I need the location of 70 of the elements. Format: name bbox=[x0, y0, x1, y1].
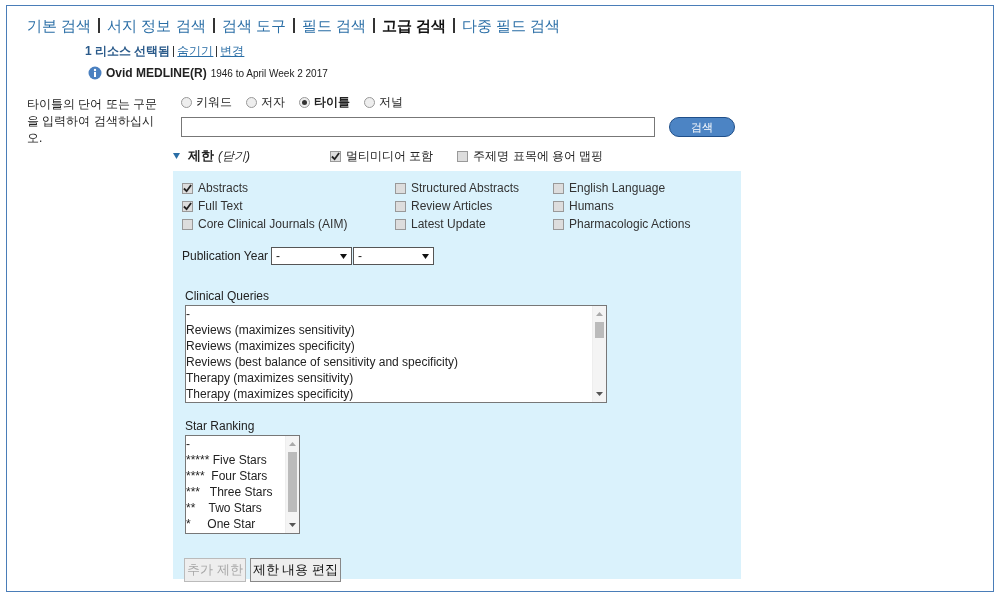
checkbox[interactable] bbox=[395, 200, 406, 212]
checkbox[interactable] bbox=[182, 200, 193, 212]
year-dropdown[interactable]: - bbox=[353, 247, 435, 265]
checkbox-label: Full Text bbox=[198, 199, 243, 213]
list-option[interactable]: Reviews (best balance of sensitivity and specificity) bbox=[186, 354, 592, 370]
collapse-triangle-icon[interactable] bbox=[173, 153, 180, 159]
list-option[interactable]: **** Four Stars bbox=[186, 468, 285, 484]
database-coverage: 1946 to April Week 2 2017 bbox=[210, 67, 328, 79]
list-option[interactable]: *** Three Stars bbox=[186, 484, 285, 500]
search-tab[interactable]: 검색 도구 bbox=[212, 18, 293, 33]
limits-title: 제한 bbox=[188, 147, 214, 165]
list-option[interactable]: - bbox=[186, 436, 285, 452]
radio-label: 저자 bbox=[261, 94, 285, 111]
checkbox[interactable] bbox=[330, 150, 341, 162]
resource-link[interactable]: 숨기기 bbox=[177, 43, 214, 60]
year-dropdown[interactable]: - bbox=[271, 247, 353, 265]
checkbox[interactable] bbox=[553, 200, 564, 212]
search-tab[interactable]: 기본 검색 bbox=[27, 18, 99, 33]
search-tab[interactable]: 다중 필드 검색 bbox=[453, 18, 568, 33]
search-tab[interactable]: 고급 검색 bbox=[372, 18, 454, 33]
list-option[interactable]: - bbox=[186, 306, 592, 322]
radio-button[interactable] bbox=[299, 97, 310, 108]
collapse-link[interactable]: (닫기) bbox=[218, 147, 250, 165]
list-option[interactable]: Therapy (maximizes sensitivity) bbox=[186, 370, 592, 386]
checkbox-label: 멀티미디어 포함 bbox=[346, 147, 434, 165]
search-prompt: 타이틀의 단어 또는 구문을 입력하여 검색하십시오. bbox=[27, 96, 158, 147]
checkbox[interactable] bbox=[457, 150, 469, 162]
checkbox[interactable] bbox=[182, 218, 193, 230]
list-option[interactable]: Reviews (maximizes sensitivity) bbox=[186, 322, 592, 338]
clinical-queries-label: Clinical Queries bbox=[185, 289, 271, 303]
search-tab[interactable]: 필드 검색 bbox=[292, 18, 373, 33]
list-option[interactable]: Reviews (maximizes specificity) bbox=[186, 338, 592, 354]
radio-label: 타이틀 bbox=[314, 94, 350, 111]
list-option[interactable]: ** Two Stars bbox=[186, 500, 285, 516]
radio-button[interactable] bbox=[246, 97, 257, 108]
list-option[interactable]: Therapy (maximizes specificity) bbox=[186, 386, 592, 402]
checkbox[interactable] bbox=[395, 218, 406, 230]
search-tab[interactable]: 서지 정보 검색 bbox=[98, 18, 213, 33]
checkbox-label: English Language bbox=[569, 181, 666, 195]
checkbox-label: Pharmacologic Actions bbox=[569, 217, 691, 231]
search-field[interactable] bbox=[181, 117, 655, 137]
radio-label: 저널 bbox=[379, 94, 403, 111]
info-icon[interactable] bbox=[88, 66, 102, 80]
checkbox-label: 주제명 표목에 용어 맵핑 bbox=[473, 147, 604, 165]
caret-icon bbox=[340, 253, 348, 259]
checkbox-label: Structured Abstracts bbox=[411, 181, 520, 195]
checkbox-label: Latest Update bbox=[411, 217, 486, 231]
radio-button[interactable] bbox=[181, 97, 192, 108]
checkbox-label: Abstracts bbox=[198, 181, 248, 195]
publication-year-label: Publication Year bbox=[182, 249, 269, 263]
radio-label: 키워드 bbox=[196, 94, 232, 111]
list-option[interactable]: * One Star bbox=[186, 516, 285, 532]
list-option[interactable]: ***** Five Stars bbox=[186, 452, 285, 468]
star-ranking-label: Star Ranking bbox=[185, 419, 256, 433]
scrollbar[interactable] bbox=[592, 306, 606, 402]
checkbox[interactable] bbox=[182, 182, 193, 194]
caret-icon bbox=[422, 253, 430, 259]
search-button[interactable]: 검색 bbox=[669, 117, 735, 137]
resource-link[interactable]: 변경 bbox=[220, 43, 245, 60]
radio-button[interactable] bbox=[364, 97, 375, 108]
limit-button[interactable]: 제한 내용 편집 bbox=[249, 558, 341, 582]
checkbox-label: Core Clinical Journals (AIM) bbox=[198, 217, 348, 231]
checkbox[interactable] bbox=[395, 182, 406, 194]
database-name: Ovid MEDLINE(R) bbox=[106, 66, 207, 80]
checkbox[interactable] bbox=[553, 182, 564, 194]
checkbox-label: Humans bbox=[569, 199, 614, 213]
checkbox[interactable] bbox=[553, 218, 564, 230]
resource-count: 1 리소스 선택됨 bbox=[85, 43, 171, 60]
checkbox-label: Review Articles bbox=[411, 199, 493, 213]
scrollbar[interactable] bbox=[285, 436, 299, 533]
